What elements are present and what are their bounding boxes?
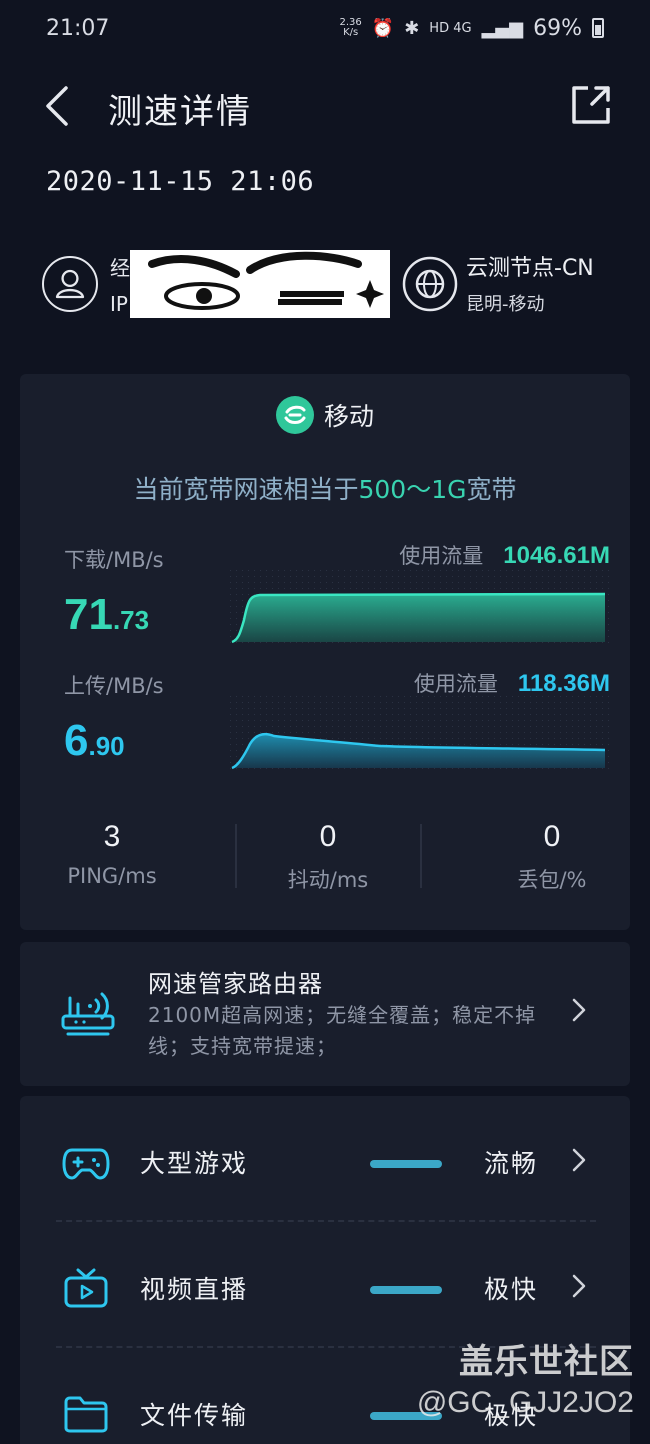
router-ad-title: 网速管家路由器 <box>148 970 323 998</box>
quality-bar <box>370 1286 442 1294</box>
redaction-sticker <box>130 250 390 318</box>
net-speed: 2.36 K/s <box>339 17 362 38</box>
globe-icon <box>402 256 458 312</box>
gamepad-icon <box>62 1148 110 1180</box>
speed-result-card: 移动 当前宽带网速相当于500～1G宽带 下载/MB/s 使用流量 1046.6… <box>20 374 630 930</box>
divider <box>56 1220 596 1222</box>
user-line2: IP <box>110 292 128 316</box>
tv-icon <box>64 1268 108 1308</box>
bluetooth-icon: ✱ <box>404 17 420 39</box>
isp-header: 移动 <box>20 396 630 434</box>
network-label: HD 4G <box>429 20 472 36</box>
signal-icon: ▂▄▆ <box>481 17 524 39</box>
stat-divider <box>420 824 422 888</box>
upload-speed: 6.90 <box>64 716 125 765</box>
user-line1: 经 <box>110 256 130 280</box>
router-ad-desc: 2100M超高网速；无缝全覆盖；稳定不掉线；支持宽带提速； <box>148 1003 537 1058</box>
folder-icon <box>64 1396 108 1433</box>
user-info: 经 IP <box>42 250 392 320</box>
quality-bar <box>370 1160 442 1168</box>
download-speed: 71.73 <box>64 590 150 639</box>
status-bar: 21:07 2.36 K/s ⏰ ✱ HD 4G ▂▄▆ 69% <box>0 0 650 56</box>
download-graph <box>230 570 610 644</box>
back-arrow-icon[interactable] <box>40 84 74 128</box>
upload-label: 上传/MB/s <box>64 674 164 698</box>
nav-bar: 测速详情 <box>0 70 650 140</box>
battery-icon <box>592 18 604 38</box>
share-icon[interactable] <box>568 82 614 128</box>
china-mobile-logo-icon <box>275 396 314 434</box>
app-status: 极快 <box>484 1275 539 1304</box>
app-row-gaming[interactable]: 大型游戏 流畅 <box>20 1120 630 1200</box>
jitter-stat: 0 抖动/ms <box>287 820 369 892</box>
compare-value: 500～1G <box>358 475 467 504</box>
download-label: 下载/MB/s <box>64 548 164 572</box>
download-usage: 使用流量 1046.61M <box>399 542 610 569</box>
app-row-video-live[interactable]: 视频直播 极快 <box>20 1246 630 1326</box>
test-datetime: 2020-11-15 21:06 <box>46 166 315 197</box>
router-icon <box>61 992 115 1036</box>
watermark-handle: @GC_GJJ2JO2 <box>416 1386 634 1419</box>
speed-comparison: 当前宽带网速相当于500～1G宽带 <box>133 475 517 504</box>
stats-row: 3 PING/ms 0 抖动/ms 0 丢包/% <box>20 820 630 900</box>
chevron-right-icon <box>572 998 586 1022</box>
watermark-title: 盖乐世社区 <box>459 1343 634 1381</box>
status-icons: 2.36 K/s ⏰ ✱ HD 4G ▂▄▆ 69% <box>340 16 604 41</box>
chevron-right-icon <box>572 1148 586 1172</box>
loss-stat: 0 丢包/% <box>517 820 587 892</box>
ping-stat: 3 PING/ms <box>67 820 157 888</box>
isp-name: 移动 <box>323 402 374 431</box>
router-ad-card[interactable]: 网速管家路由器 2100M超高网速；无缝全覆盖；稳定不掉线；支持宽带提速； <box>20 942 630 1086</box>
test-node: 云测节点-CN 昆明-移动 <box>400 250 630 320</box>
status-time: 21:07 <box>46 15 110 41</box>
battery-percent: 69% <box>533 15 582 41</box>
chevron-right-icon <box>572 1274 586 1298</box>
node-location: 昆明-移动 <box>466 294 545 315</box>
upload-graph <box>230 696 610 770</box>
alarm-icon: ⏰ <box>371 17 395 39</box>
upload-usage: 使用流量 118.36M <box>413 670 610 697</box>
app-status: 流畅 <box>484 1149 539 1178</box>
node-name: 云测节点-CN <box>466 256 594 281</box>
user-icon <box>42 256 98 312</box>
page-title: 测速详情 <box>108 92 252 132</box>
